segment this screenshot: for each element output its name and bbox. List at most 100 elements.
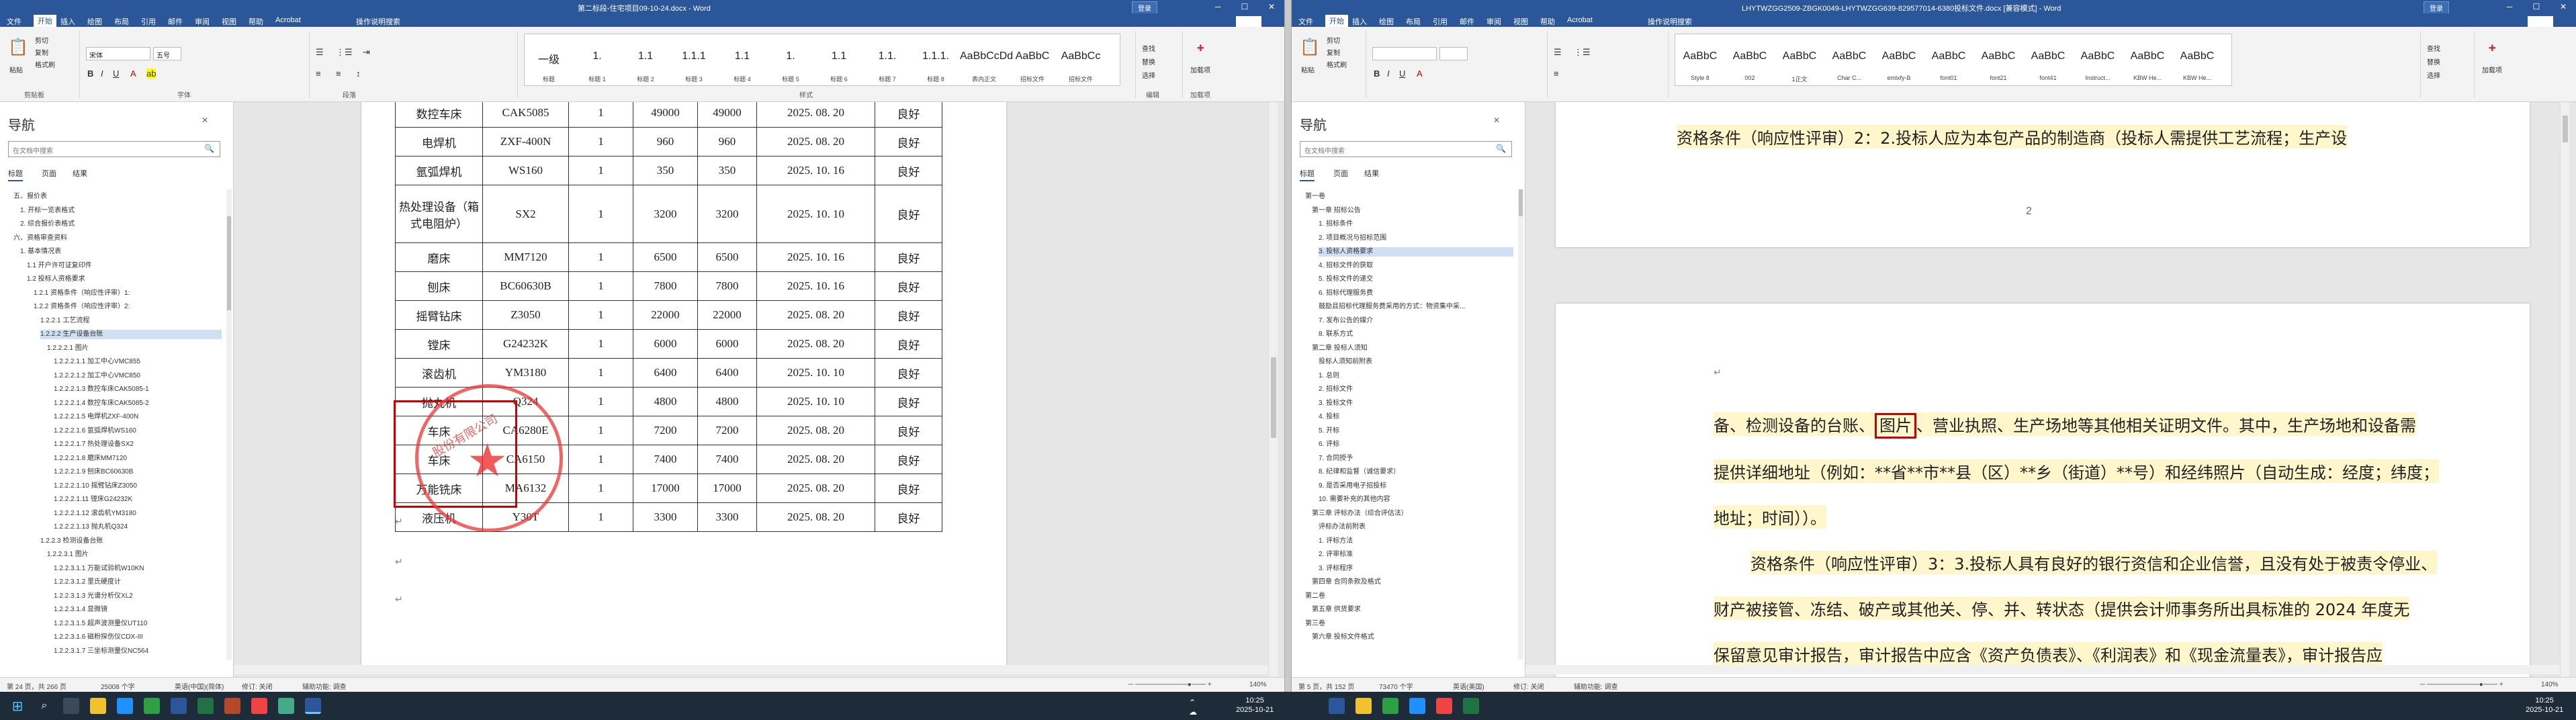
wechat-icon-2[interactable] [1382, 698, 1398, 714]
tab-headings[interactable]: 标题 [8, 168, 23, 181]
nav-item[interactable]: 1.2.2.2.1 图片 [47, 344, 222, 353]
cut-button[interactable]: 剪切 [35, 35, 48, 45]
nav-item[interactable]: 第一章 招标公告 [1312, 206, 1513, 216]
language[interactable]: 英语(中国)(简体) [175, 681, 224, 691]
nav-item[interactable]: 7. 合同授予 [1319, 454, 1513, 463]
nav-item[interactable]: 5. 开标 [1319, 426, 1513, 436]
page-count[interactable]: 第 5 页，共 152 页 [1298, 681, 1354, 691]
nav-item[interactable]: 1.2.2.2.1.9 刨床BC60630B [54, 467, 222, 477]
paste-button[interactable]: 粘贴 [9, 64, 23, 75]
window-divider[interactable] [1284, 0, 1292, 692]
file-explorer-icon[interactable] [90, 698, 106, 714]
clock[interactable]: 10:25 2025-10-21 [1236, 696, 1274, 715]
menu-item[interactable]: 绘图 [1379, 16, 1394, 27]
nav-item[interactable]: 1.2 投标人资格要求 [27, 275, 222, 284]
font-color-icon[interactable]: A [1417, 69, 1423, 79]
nav-item[interactable]: 1.2.2.3 检测设备台账 [40, 537, 222, 546]
page-count[interactable]: 第 24 页，共 266 页 [7, 681, 66, 691]
style-item[interactable]: AaBbC font21 [1973, 34, 2023, 87]
nav-item[interactable]: 2. 综合报价表格式 [20, 220, 222, 229]
copy-button[interactable]: 复制 [35, 47, 48, 57]
nav-item[interactable]: 投标人须知前附表 [1319, 357, 1513, 367]
menu-item[interactable]: 视图 [1513, 16, 1528, 27]
menu-item[interactable]: 引用 [141, 16, 156, 27]
nav-item[interactable]: 1.2.2.3.1 图片 [47, 550, 222, 559]
menu-item[interactable]: 布局 [114, 16, 129, 27]
minimize-icon[interactable]: ─ [2501, 2, 2518, 11]
wechat-icon[interactable] [144, 698, 160, 714]
copy-button[interactable]: 复制 [1327, 47, 1340, 57]
nav-item[interactable]: 1.2.2.2.1.6 氩弧焊机WS160 [54, 426, 222, 436]
font-size-select[interactable] [1439, 47, 1468, 60]
nav-item[interactable]: 3. 评标程序 [1319, 564, 1513, 574]
login-button[interactable]: 登录 [2424, 1, 2449, 14]
nav-item[interactable]: 1.2.2.2.1.12 滚齿机YM3180 [54, 509, 222, 519]
bullets-icon[interactable]: ☰ [316, 47, 324, 58]
nav-item[interactable]: 6. 招标代理服务费 [1319, 289, 1513, 298]
menu-item[interactable]: 操作说明搜索 [356, 16, 400, 27]
nav-item[interactable]: 1. 评标方法 [1319, 537, 1513, 546]
nav-item[interactable]: 6. 评标 [1319, 440, 1513, 449]
nav-scrollbar[interactable] [1518, 189, 1523, 660]
nav-item[interactable]: 2. 评审标准 [1319, 550, 1513, 559]
find-button[interactable]: 查找 [2427, 43, 2440, 53]
addin-icon[interactable]: ✚ [1197, 43, 1204, 54]
pdf-icon[interactable] [251, 698, 267, 714]
style-item[interactable]: AaBbC Style 8 [1675, 34, 1725, 87]
menu-item[interactable]: 帮助 [1540, 16, 1555, 27]
addin-button[interactable]: 加载项 [1190, 64, 1210, 75]
nav-item[interactable]: 第六章 投标文件格式 [1312, 633, 1513, 642]
nav-item[interactable]: 1.2.2.2.1.4 数控车床CAK5085-2 [54, 399, 222, 408]
menu-item[interactable]: 文件 [1298, 16, 1313, 27]
nav-item[interactable]: 1.2.2.2.1.13 抛丸机Q324 [54, 523, 222, 532]
nav-search-input[interactable]: 在文档中搜索 [8, 141, 220, 157]
nav-item[interactable]: 1.2.2.2.1.3 数控车床CAK5085-1 [54, 385, 222, 394]
paste-icon[interactable]: 📋 [1300, 38, 1320, 57]
word-active-icon[interactable] [305, 698, 321, 714]
italic-button[interactable]: I [101, 69, 103, 79]
tab-results[interactable]: 结果 [73, 168, 87, 179]
nav-item[interactable]: 1.2.2.3.1.1 万能试验机W10KN [54, 564, 222, 574]
close-icon[interactable]: ✕ [1263, 2, 1280, 11]
menu-item[interactable]: 文件 [7, 16, 21, 27]
search-icon[interactable]: ⌕ [36, 698, 52, 714]
nav-item[interactable]: 3. 投标人资格要求 [1319, 247, 1513, 257]
nav-item[interactable]: 9. 是否采用电子招投标 [1319, 482, 1513, 491]
addin-icon[interactable]: ✚ [2489, 43, 2496, 54]
style-item[interactable]: AaBbC Instruct... [2073, 34, 2123, 87]
clock-2[interactable]: 10:25 2025-10-21 [2526, 696, 2563, 715]
task-view-icon[interactable] [63, 698, 79, 714]
minimize-icon[interactable]: ─ [1209, 2, 1227, 11]
nav-item[interactable]: 1.2.2.2.1.2 加工中心VMC850 [54, 371, 222, 381]
nav-item[interactable]: 1. 基本情况表 [20, 247, 222, 257]
nav-item[interactable]: 8. 纪律和监督（诚信要求） [1319, 467, 1513, 477]
menu-item[interactable]: 操作说明搜索 [1648, 16, 1692, 27]
menu-item[interactable]: 插入 [60, 16, 75, 27]
font-name-select[interactable] [1372, 47, 1437, 60]
nav-item[interactable]: 10. 需要补充的其他内容 [1319, 495, 1513, 504]
excel-icon[interactable] [197, 698, 214, 714]
style-item[interactable]: AaBbC 招标文件 [1008, 34, 1057, 87]
excel-icon-2[interactable] [1463, 698, 1479, 714]
tab-headings[interactable]: 标题 [1300, 168, 1315, 181]
document-scrollbar[interactable] [1268, 102, 1278, 677]
nav-item[interactable]: 7. 发布公告的媒介 [1319, 316, 1513, 326]
menu-item[interactable]: 邮件 [1460, 16, 1474, 27]
tab-pages[interactable]: 页面 [42, 168, 56, 179]
file-explorer-icon-2[interactable] [1356, 698, 1372, 714]
style-item[interactable]: 1.1 标题 4 [718, 34, 766, 87]
numbering-icon[interactable]: ⋮☰ [1574, 47, 1591, 58]
maximize-icon[interactable]: ☐ [1236, 2, 1253, 11]
login-button[interactable]: 登录 [1132, 1, 1157, 14]
language[interactable]: 英语(美国) [1453, 681, 1484, 691]
style-item[interactable]: AaBbC font41 [2023, 34, 2073, 87]
font-size-select[interactable]: 五号 [153, 47, 181, 60]
nav-item[interactable]: 1.2.2.3.1.7 三坐标测量仪NC564 [54, 647, 222, 656]
nav-item[interactable]: 8. 联系方式 [1319, 330, 1513, 339]
nav-item[interactable]: 2. 招标文件 [1319, 385, 1513, 394]
menu-item[interactable]: 视图 [222, 16, 236, 27]
style-item[interactable]: AaBbCcDd 表内正文 [960, 34, 1013, 87]
style-item[interactable]: AaBbCc 招标文件 [1057, 34, 1105, 87]
menu-item[interactable]: 开始 [1325, 15, 1348, 27]
nav-item[interactable]: 五、报价表 [13, 192, 222, 201]
